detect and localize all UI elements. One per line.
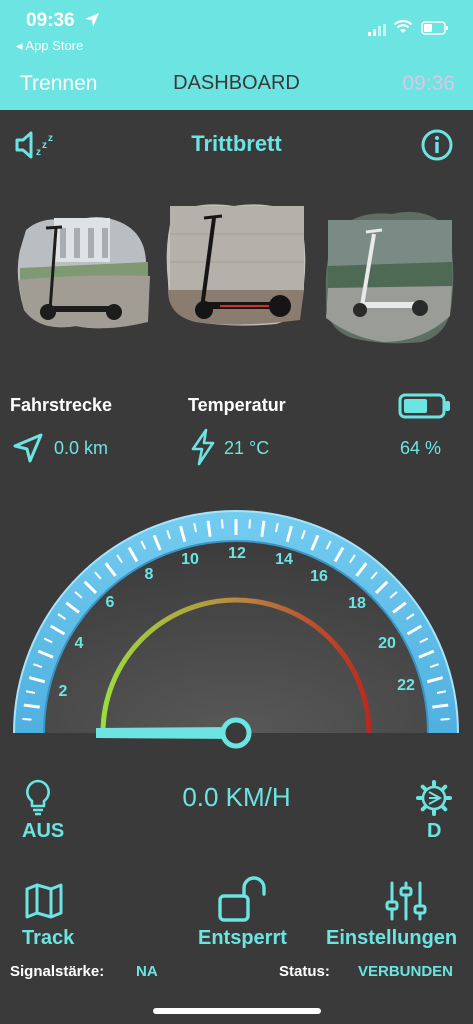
temperature-label: Temperatur [188,395,286,415]
status-time: 09:36 [26,10,75,31]
status-value: VERBUNDEN [358,963,454,980]
speedometer-gauge [13,510,459,749]
scooter-image-3[interactable] [322,206,456,346]
gear-mode[interactable]: D [427,820,441,843]
settings-button[interactable]: Einstellungen [326,927,457,950]
gauge-tick [432,703,449,709]
temperature-value: 21 °C [224,438,270,458]
gear-icon[interactable] [416,780,452,816]
info-icon[interactable] [420,128,454,162]
signal-value: NA [136,963,158,980]
track-button[interactable]: Track [22,927,74,950]
gauge-tick [23,703,40,709]
battery-icon [398,393,450,419]
profile-title: Trittbrett [191,131,282,156]
scooter-image-1[interactable] [16,210,152,334]
location-arrow-icon [85,13,99,27]
map-icon[interactable] [24,882,64,920]
gauge-tick [22,718,32,721]
gauge-tick [206,520,212,537]
sliders-icon[interactable] [384,880,428,922]
lightning-icon [191,428,215,466]
battery-percentage: 64 % [400,438,442,458]
battery-fill [404,399,428,413]
gauge-tick [221,519,224,529]
distance-value: 0.0 km [54,438,109,458]
status-label: Status: [279,963,330,980]
cellular-signal-icon [368,24,386,36]
signal-label: Signalstärke: [10,963,105,980]
unlock-icon[interactable] [216,876,268,924]
home-indicator[interactable] [153,1008,321,1014]
nav-clock: 09:36 [402,72,455,95]
gauge-tick [248,519,251,529]
speed-readout: 0.0 KM/H [182,782,291,812]
distance-label: Fahrstrecke [10,395,113,415]
lock-status-button[interactable]: Entsperrt [198,927,287,950]
wifi-icon [393,19,413,33]
navigation-arrow-icon [13,433,43,463]
gauge-tick [440,718,450,721]
scooter-image-2[interactable] [164,200,308,328]
device-battery-icon [421,21,448,35]
light-status[interactable]: AUS [22,820,64,843]
speed-needle [96,727,236,739]
back-to-app-store[interactable]: ◂ App Store [16,38,83,54]
gauge-tick [260,520,266,537]
